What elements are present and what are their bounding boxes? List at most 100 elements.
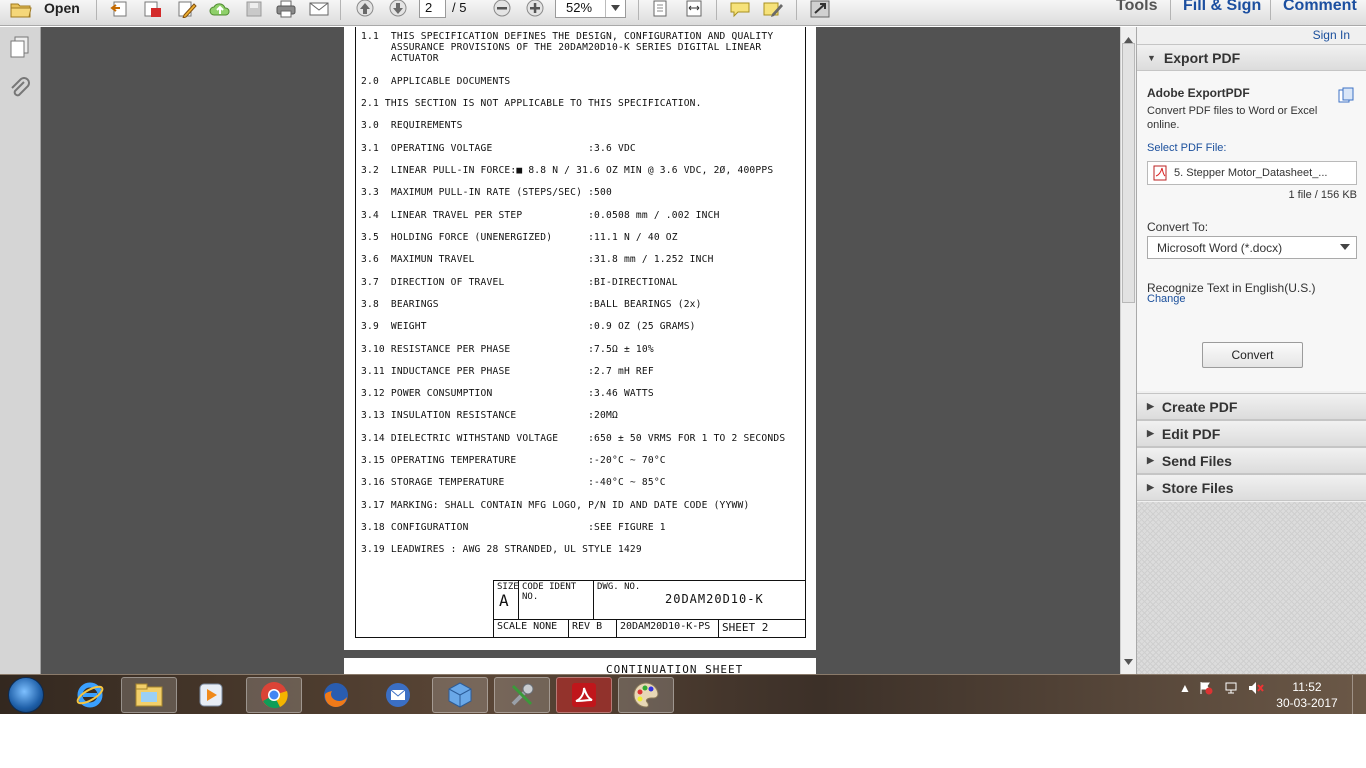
open-folder-icon[interactable]	[10, 0, 32, 18]
zoom-level-select[interactable]: 52%	[555, 0, 626, 18]
media-player-icon[interactable]	[183, 677, 239, 713]
fit-page-icon[interactable]	[649, 0, 671, 18]
paint-palette-icon[interactable]	[618, 677, 674, 713]
email-icon[interactable]	[308, 0, 330, 18]
service-description-line2: online.	[1147, 119, 1180, 131]
convert-format-select[interactable]: Microsoft Word (*.docx)	[1147, 236, 1357, 259]
toolbar-divider	[96, 0, 97, 20]
sheet-cell: SHEET 2	[722, 621, 769, 634]
fit-width-icon[interactable]	[683, 0, 705, 18]
tools-wrench-icon[interactable]	[494, 677, 550, 713]
spec-line: 3.11 INDUCTANCE PER PHASE :2.7 mH REF	[361, 366, 654, 377]
chrome-browser-icon[interactable]	[246, 677, 302, 713]
file-explorer-icon[interactable]	[121, 677, 177, 713]
vertical-scrollbar[interactable]	[1120, 27, 1136, 674]
virtualbox-icon[interactable]	[432, 677, 488, 713]
change-language-link[interactable]: Change	[1147, 293, 1186, 305]
attachments-paperclip-icon[interactable]	[8, 77, 32, 106]
page-number-input[interactable]: 2	[419, 0, 446, 18]
tasks-pane: Sign In ▼ Export PDF Adobe ExportPDF Con…	[1136, 27, 1366, 674]
spec-line: 3.2 LINEAR PULL-IN FORCE:■ 8.8 N / 31.6 …	[361, 165, 774, 176]
firefox-browser-icon[interactable]	[308, 677, 364, 713]
toolbar-divider	[1170, 0, 1171, 20]
tools-pane-link[interactable]: Tools	[1116, 0, 1157, 15]
scroll-down-icon[interactable]	[1124, 652, 1133, 670]
service-description-line1: Convert PDF files to Word or Excel	[1147, 105, 1318, 117]
store-files-header[interactable]: ▶ Store Files	[1137, 474, 1366, 501]
action-center-flag-icon[interactable]	[1199, 681, 1213, 698]
caret-right-icon: ▶	[1147, 455, 1154, 465]
volume-muted-icon[interactable]	[1248, 681, 1264, 698]
chevron-down-icon[interactable]	[605, 0, 625, 17]
toolbar-divider	[340, 0, 341, 20]
file-info: 1 file / 156 KB	[1288, 189, 1358, 201]
spec-line: 3.17 MARKING: SHALL CONTAIN MFG LOGO, P/…	[361, 500, 750, 511]
document-viewport[interactable]: 1.1 THIS SPECIFICATION DEFINES THE DESIG…	[41, 27, 1120, 674]
pdf-page: 1.1 THIS SPECIFICATION DEFINES THE DESIG…	[344, 27, 816, 650]
send-files-header[interactable]: ▶ Send Files	[1137, 447, 1366, 474]
windows-taskbar: ▲ 11:52 30-03-2017	[0, 674, 1366, 715]
spec-line: 3.1 OPERATING VOLTAGE :3.6 VDC	[361, 143, 636, 154]
next-page-icon[interactable]	[387, 0, 409, 18]
edit-pdf-header[interactable]: ▶ Edit PDF	[1137, 420, 1366, 447]
spec-line: 3.14 DIELECTRIC WITHSTAND VOLTAGE :650 ±…	[361, 433, 786, 444]
service-info-icon[interactable]	[1338, 87, 1354, 108]
selected-file-name: 5. Stepper Motor_Datasheet_...	[1174, 167, 1328, 179]
clock-time: 11:52	[1292, 680, 1322, 694]
zoom-in-icon[interactable]	[524, 0, 546, 18]
print-icon[interactable]	[275, 0, 297, 18]
spec-line: 3.18 CONFIGURATION :SEE FIGURE 1	[361, 522, 666, 533]
highlight-text-icon[interactable]	[762, 0, 784, 18]
expand-fullscreen-icon[interactable]	[809, 0, 831, 18]
internet-explorer-icon[interactable]	[62, 677, 118, 713]
open-button[interactable]: Open	[44, 0, 80, 16]
clock-date: 30-03-2017	[1276, 696, 1338, 710]
show-desktop-button[interactable]	[1352, 675, 1366, 715]
edit-pencil-icon[interactable]	[176, 0, 198, 18]
create-pdf-header[interactable]: ▶ Create PDF	[1137, 393, 1366, 420]
upload-cloud-icon[interactable]	[209, 0, 231, 18]
service-title: Adobe ExportPDF	[1147, 86, 1250, 100]
show-hidden-icons-chevron-icon[interactable]: ▲	[1179, 681, 1191, 695]
edit-pdf-label: Edit PDF	[1161, 425, 1221, 442]
send-files-label: Send Files	[1161, 452, 1232, 469]
page-total: / 5	[452, 0, 467, 15]
previous-page-icon[interactable]	[354, 0, 376, 18]
caret-right-icon: ▶	[1147, 401, 1154, 411]
convert-format-value: Microsoft Word (*.docx)	[1157, 240, 1283, 255]
export-pdf-label: Export PDF	[1163, 49, 1241, 66]
acrobat-reader-icon[interactable]	[556, 677, 612, 713]
convert-button[interactable]: Convert	[1202, 342, 1303, 368]
start-button-windows-icon[interactable]	[8, 677, 44, 713]
scrollbar-thumb[interactable]	[1122, 43, 1135, 303]
save-pages-icon[interactable]	[110, 0, 132, 18]
page-thumbnails-icon[interactable]	[8, 35, 32, 64]
dwg-no-cell: DWG. NO. 20DAM20D10-K	[594, 581, 805, 620]
pdf-file-icon	[1153, 165, 1167, 181]
export-pdf-header[interactable]: ▼ Export PDF	[1137, 44, 1366, 71]
continuation-heading: CONTINUATION SHEET	[606, 663, 744, 674]
zoom-out-icon[interactable]	[491, 0, 513, 18]
store-files-label: Store Files	[1161, 479, 1234, 496]
code-ident-cell: CODE IDENT NO.	[519, 581, 594, 620]
acrobat-window: Open 2 / 5 52% Tools Fill & Sign Comment…	[0, 0, 1366, 768]
selected-file-field[interactable]: 5. Stepper Motor_Datasheet_...	[1147, 161, 1357, 185]
sign-in-link[interactable]: Sign In	[1313, 28, 1350, 42]
create-pdf-icon[interactable]	[142, 0, 164, 18]
save-disk-icon[interactable]	[243, 0, 265, 18]
toolbar-divider	[796, 0, 797, 20]
comment-pane-link[interactable]: Comment	[1283, 0, 1357, 15]
size-cell: SIZE A	[494, 581, 519, 620]
spec-line: ACTUATOR	[361, 53, 439, 64]
fill-sign-pane-link[interactable]: Fill & Sign	[1183, 0, 1261, 15]
system-clock[interactable]: 11:52 30-03-2017	[1276, 679, 1338, 711]
comment-bubble-icon[interactable]	[729, 0, 751, 18]
network-icon[interactable]	[1224, 681, 1240, 698]
toolbar-divider	[1270, 0, 1271, 20]
code-ident-label: CODE IDENT NO.	[522, 582, 577, 602]
thunderbird-mail-icon[interactable]	[370, 677, 426, 713]
caret-down-icon: ▼	[1147, 52, 1156, 63]
caret-right-icon: ▶	[1147, 482, 1154, 492]
select-file-label: Select PDF File:	[1147, 142, 1227, 154]
chevron-down-icon	[1340, 244, 1350, 250]
